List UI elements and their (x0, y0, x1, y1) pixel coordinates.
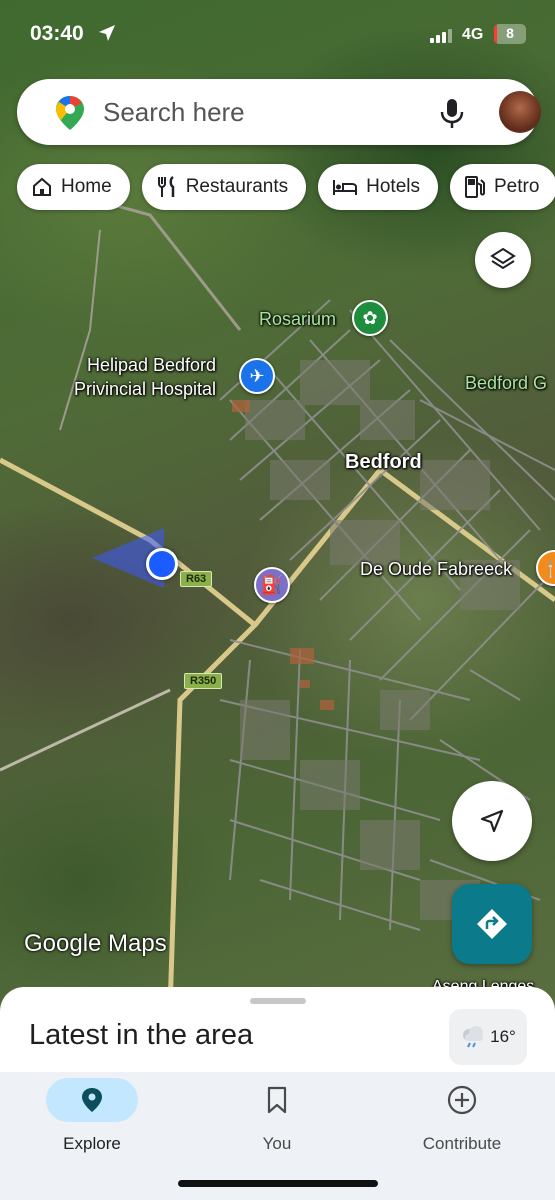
nav-label: Contribute (422, 1134, 502, 1153)
location-pin-icon (82, 1088, 102, 1112)
layers-button[interactable] (475, 232, 531, 288)
place-label-de-oude-fabreeck[interactable]: De Oude Fabreeck (360, 559, 512, 580)
nav-you[interactable]: You (207, 1078, 347, 1168)
chip-petrol[interactable]: Petro (450, 164, 555, 210)
road-shield-r350: R350 (184, 673, 223, 689)
sheet-title: Latest in the area (29, 1019, 254, 1051)
network-type: 4G (462, 26, 484, 43)
fork-knife-icon (157, 175, 174, 197)
chip-home[interactable]: Home (17, 164, 130, 210)
current-location-dot (146, 548, 178, 580)
navigation-arrow-icon (480, 809, 504, 833)
flower-icon[interactable]: ✿ (352, 300, 388, 336)
home-icon (33, 177, 51, 196)
weather-chip[interactable]: 16° (449, 1009, 527, 1065)
chip-label: Restaurants (185, 176, 289, 197)
nav-contribute[interactable]: Contribute (392, 1078, 532, 1168)
helipad-label-line1: Helipad Bedford (86, 355, 217, 375)
bed-icon (333, 180, 358, 195)
directions-icon (477, 909, 507, 939)
place-label-helipad[interactable]: Helipad Bedford Privincial Hospital (74, 353, 216, 401)
location-arrow-icon (99, 25, 115, 41)
google-maps-pin-icon (56, 96, 84, 130)
bookmark-icon (267, 1086, 287, 1114)
chip-label: Hotels (366, 176, 420, 197)
nav-label: You (262, 1134, 292, 1153)
chip-label: Home (61, 176, 112, 197)
bottom-sheet[interactable]: Latest in the area 16° (0, 987, 555, 1077)
microphone-icon[interactable] (437, 97, 467, 129)
battery-icon: 8 (494, 24, 526, 44)
road-shield-r63: R63 (180, 571, 213, 587)
road-network (0, 198, 555, 1010)
status-time: 03:40 (30, 22, 84, 45)
nav-label: Explore (63, 1134, 121, 1153)
chip-restaurants[interactable]: Restaurants (141, 164, 307, 210)
place-label-bedford-g[interactable]: Bedford G (465, 373, 547, 394)
my-location-button[interactable] (452, 781, 532, 861)
chip-hotels[interactable]: Hotels (318, 164, 438, 210)
plus-circle-icon (447, 1085, 477, 1115)
sheet-drag-handle[interactable] (250, 998, 306, 1004)
chip-label: Petro (494, 176, 540, 197)
battery-percent: 8 (506, 25, 514, 41)
helipad-label-line2: Privincial Hospital (74, 379, 217, 399)
place-label-bedford[interactable]: Bedford (345, 451, 422, 474)
airplane-icon[interactable]: ✈ (239, 358, 275, 394)
layers-icon (490, 247, 516, 270)
search-input[interactable]: Search here (103, 97, 245, 128)
avatar[interactable] (499, 91, 541, 133)
search-bar[interactable]: Search here (17, 79, 541, 145)
fuel-station-icon[interactable]: ⛽ (254, 567, 290, 603)
map-view[interactable]: R63 R350 Rosarium ✿ Helipad Bedford Priv… (0, 0, 555, 1010)
home-indicator[interactable] (178, 1180, 378, 1187)
temperature: 16° (490, 1027, 516, 1046)
directions-button[interactable] (452, 884, 532, 964)
place-label-rosarium[interactable]: Rosarium (259, 309, 336, 330)
status-bar: 03:40 4G 8 (0, 18, 555, 54)
nav-explore[interactable]: Explore (22, 1078, 162, 1168)
google-maps-logo: Google Maps (24, 930, 167, 957)
fuel-icon (465, 176, 485, 198)
category-chips: Home Restaurants Hotels Petro (17, 164, 555, 210)
rain-cloud-icon (463, 1026, 484, 1048)
signal-bars-icon (430, 29, 452, 43)
